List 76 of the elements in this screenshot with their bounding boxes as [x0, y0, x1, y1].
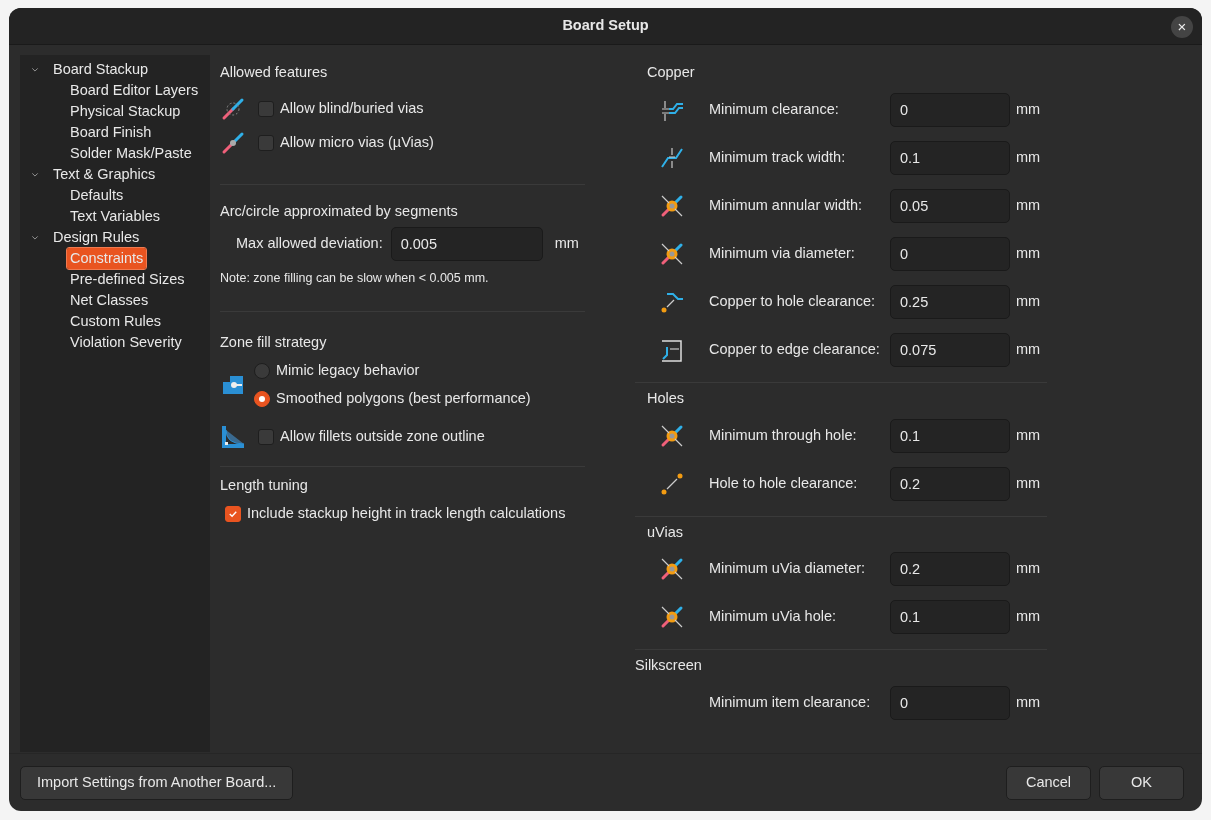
tree-item[interactable]: Defaults [67, 184, 127, 207]
import-settings-button[interactable]: Import Settings from Another Board... [20, 765, 294, 800]
value-input[interactable]: 0.1 [890, 600, 1010, 635]
tree-item[interactable]: Custom Rules [67, 310, 165, 333]
field-label: Max allowed deviation: [236, 233, 383, 253]
unit-label: mm [1016, 425, 1041, 445]
tree-item[interactable]: Design Rules [50, 226, 143, 249]
deviation-input[interactable]: 0.005 [390, 226, 543, 261]
window-title: Board Setup [562, 16, 649, 36]
option-label: Include stackup height in track length calculations [247, 503, 566, 523]
unit-label: mm [1016, 147, 1041, 167]
section-heading: Allowed features [220, 63, 329, 82]
unit-label: mm [1016, 291, 1041, 311]
value-input[interactable]: 0 [890, 686, 1010, 720]
tree-item[interactable]: Text Variables [67, 205, 163, 228]
field-label: Minimum uVia hole: [709, 607, 838, 627]
value-input[interactable]: 0.1 [890, 418, 1010, 453]
value-input[interactable]: 0.075 [890, 332, 1010, 367]
unit-label: mm [1016, 607, 1041, 627]
unit-label: mm [554, 233, 579, 253]
unit-label: mm [1016, 339, 1041, 359]
checkbox[interactable] [258, 134, 274, 151]
value-input[interactable]: 0.2 [890, 552, 1010, 587]
unit-label: mm [1016, 559, 1041, 579]
tree-item[interactable]: Solder Mask/Paste [67, 142, 195, 165]
value-input[interactable]: 0.2 [890, 466, 1010, 501]
option-label: Allow fillets outside zone outline [280, 426, 485, 446]
group-heading: uVias [646, 522, 684, 542]
field-label: Copper to edge clearance: [709, 339, 881, 359]
tree-item[interactable]: Board Stackup [50, 58, 152, 81]
checkbox[interactable] [258, 100, 274, 117]
field-label: Minimum item clearance: [709, 693, 872, 713]
tree-item[interactable]: Violation Severity [67, 331, 185, 354]
unit-label: mm [1016, 693, 1041, 713]
fillet-icon [220, 423, 246, 450]
radio-button[interactable] [254, 390, 270, 407]
value-input[interactable]: 0 [890, 236, 1010, 271]
checkbox[interactable] [258, 428, 274, 445]
unit-label: mm [1016, 195, 1041, 215]
field-label: Minimum track width: [709, 147, 847, 167]
tree-item[interactable]: Physical Stackup [67, 100, 184, 123]
group-heading: Holes [646, 388, 686, 408]
field-label: Copper to hole clearance: [709, 291, 877, 311]
option-label: Allow micro vias (µVias) [280, 132, 434, 152]
field-label: Minimum through hole: [709, 425, 858, 445]
field-label: Minimum clearance: [709, 99, 840, 119]
section-heading: Length tuning [220, 475, 309, 495]
value-input[interactable]: 0.05 [890, 188, 1010, 223]
unit-label: mm [1016, 243, 1041, 263]
unit-label: mm [1016, 99, 1041, 119]
value-input[interactable]: 0.1 [890, 140, 1010, 175]
tree-item[interactable]: Text & Graphics [50, 163, 159, 186]
group-heading: Copper [646, 63, 696, 82]
field-label: Minimum uVia diameter: [709, 559, 867, 579]
option-label: Allow blind/buried vias [280, 98, 424, 118]
tree-item[interactable]: Net Classes [67, 289, 152, 312]
group-heading: Silkscreen [635, 656, 703, 676]
tree-item[interactable]: Pre-defined Sizes [67, 268, 188, 291]
note-text: Note: zone filling can be slow when < 0.005 mm. [220, 269, 490, 287]
checkbox[interactable] [225, 505, 241, 522]
value-input[interactable]: 0.25 [890, 284, 1010, 319]
cancel-button[interactable]: Cancel [1006, 765, 1091, 800]
tree-item[interactable]: Board Editor Layers [67, 79, 202, 102]
section-heading: Zone fill strategy [220, 333, 328, 353]
ok-button[interactable]: OK [1099, 765, 1184, 800]
option-label: Mimic legacy behavior [276, 361, 420, 381]
value-input[interactable]: 0 [890, 92, 1010, 127]
radio-button[interactable] [254, 363, 270, 379]
tree-item[interactable]: Board Finish [67, 121, 155, 144]
field-label: Hole to hole clearance: [709, 473, 859, 493]
close-button[interactable]: × [1171, 16, 1193, 38]
field-label: Minimum annular width: [709, 195, 864, 215]
unit-label: mm [1016, 473, 1041, 493]
option-label: Smoothed polygons (best performance) [276, 388, 531, 408]
section-heading: Arc/circle approximated by segments [220, 201, 459, 221]
field-label: Minimum via diameter: [709, 243, 856, 263]
